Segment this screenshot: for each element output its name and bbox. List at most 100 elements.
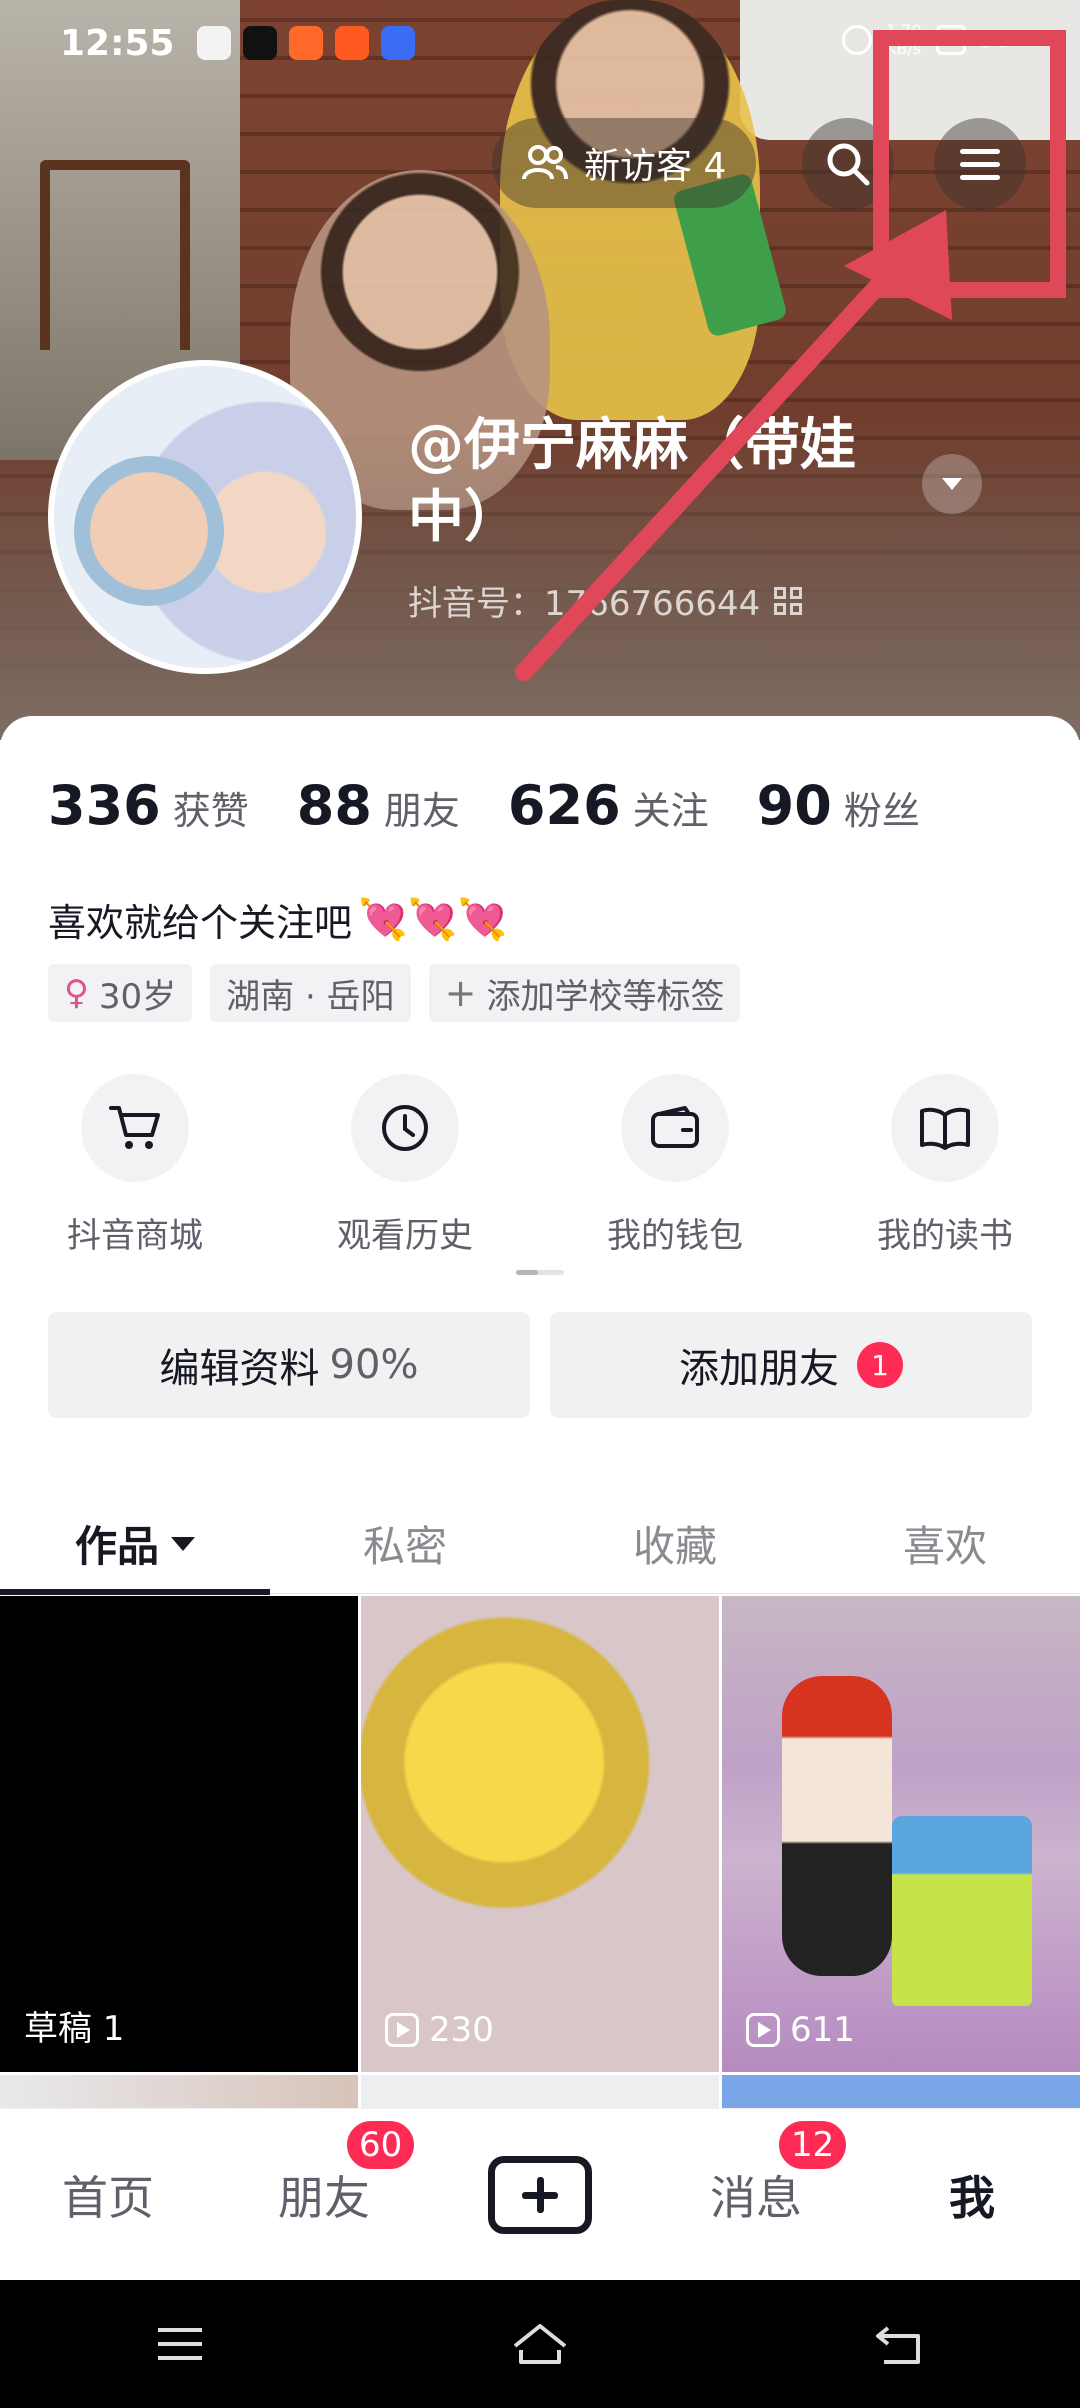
- heart-arrow-emoji: 💘💘💘: [358, 897, 508, 943]
- stat-following-count: 626: [507, 774, 621, 837]
- tag-age-text: 30岁: [98, 976, 177, 1017]
- stat-following-label: 关注: [632, 789, 709, 833]
- add-tag-button[interactable]: + 添加学校等标签: [428, 964, 741, 1022]
- video-play-count: 611: [790, 2010, 855, 2050]
- stat-likes-count: 336: [48, 774, 161, 837]
- bio[interactable]: 喜欢就给个关注吧 💘💘💘: [48, 892, 507, 947]
- tag-age[interactable]: ♀ 30岁: [48, 964, 193, 1022]
- nav-me-label: 我: [949, 2170, 995, 2225]
- tab-favorites[interactable]: 收藏: [540, 1494, 810, 1593]
- shortcut-reading[interactable]: 我的读书: [810, 1074, 1080, 1257]
- shortcut-row: 抖音商城 观看历史 我的钱包 我的读书: [0, 1074, 1080, 1257]
- edit-profile-progress: 90%: [329, 1342, 419, 1388]
- play-icon: [385, 2013, 419, 2047]
- shortcut-mall-circle: [81, 1074, 189, 1182]
- video-label: 草稿 1: [24, 2001, 124, 2050]
- bio-text: 喜欢就给个关注吧: [48, 901, 353, 945]
- create-plus-icon: [488, 2155, 592, 2234]
- nav-friends-badge: 60: [344, 2117, 418, 2172]
- recent-apps-icon: [158, 2328, 202, 2360]
- wallet-icon: [651, 1106, 699, 1148]
- home-button[interactable]: [485, 2304, 595, 2384]
- tag-location[interactable]: 湖南 · 岳阳: [210, 964, 411, 1022]
- shortcut-history-circle: [351, 1074, 459, 1182]
- shortcut-reading-label: 我的读书: [877, 1216, 1013, 1256]
- mute-icon: [842, 25, 873, 55]
- search-icon: [827, 143, 870, 186]
- shortcut-wallet-label: 我的钱包: [607, 1216, 743, 1256]
- stat-likes[interactable]: 336 获赞: [48, 774, 249, 837]
- add-tag-text: 添加学校等标签: [486, 976, 725, 1017]
- shortcut-history[interactable]: 观看历史: [270, 1074, 540, 1257]
- shortcut-history-label: 观看历史: [337, 1216, 473, 1256]
- app-notification-icon: [196, 26, 231, 60]
- baidu-notification-icon: [380, 26, 415, 60]
- tag-location-text: 湖南 · 岳阳: [226, 976, 395, 1017]
- tab-private[interactable]: 私密: [270, 1494, 540, 1593]
- add-friend-label: 添加朋友: [679, 1346, 839, 1392]
- new-visitors-button[interactable]: 新访客 4: [492, 118, 757, 208]
- cover-chair: [40, 160, 190, 350]
- stat-followers[interactable]: 90 粉丝: [757, 774, 920, 837]
- back-button[interactable]: [845, 2304, 955, 2384]
- add-friend-badge: 1: [857, 1342, 903, 1388]
- avatar[interactable]: [48, 360, 362, 674]
- thumbnail-toy: [892, 1816, 1032, 2006]
- edit-profile-button[interactable]: 编辑资料 90%: [48, 1312, 530, 1418]
- caret-down-icon: [171, 1536, 195, 1551]
- play-icon: [746, 2013, 780, 2047]
- tab-favorites-label: 收藏: [632, 1522, 717, 1571]
- video-thumbnail[interactable]: 230: [361, 1596, 719, 2072]
- video-draft[interactable]: 草稿 1: [0, 1596, 358, 2072]
- shortcut-reading-circle: [891, 1074, 999, 1182]
- visitors-label: 新访客 4: [584, 146, 727, 187]
- tab-likes[interactable]: 喜欢: [810, 1494, 1080, 1593]
- system-navigation-bar: [0, 2280, 1080, 2408]
- stat-friends-label: 朋友: [383, 789, 460, 833]
- app-notification-icon: [288, 26, 323, 60]
- shortcut-page-indicator: [516, 1270, 564, 1275]
- status-time: 12:55: [60, 22, 175, 64]
- bottom-nav: 首页 朋友 60 消息 12 我: [0, 2108, 1080, 2280]
- stat-friends-count: 88: [296, 774, 372, 837]
- stat-friends[interactable]: 88 朋友: [297, 774, 460, 837]
- nav-home[interactable]: 首页: [0, 2162, 216, 2228]
- tab-private-label: 私密: [362, 1522, 447, 1571]
- profile-tags: ♀ 30岁 湖南 · 岳阳 + 添加学校等标签: [48, 964, 741, 1022]
- thumbnail-child: [782, 1676, 892, 1976]
- shortcut-mall[interactable]: 抖音商城: [0, 1074, 270, 1257]
- draft-count: 草稿 1: [24, 2009, 125, 2049]
- plus-icon: +: [444, 971, 477, 1015]
- nav-messages[interactable]: 消息 12: [648, 2117, 864, 2228]
- nav-home-label: 首页: [62, 2170, 154, 2225]
- stats-row: 336 获赞 88 朋友 626 关注 90 粉丝: [48, 774, 920, 837]
- stat-likes-label: 获赞: [172, 789, 249, 833]
- tab-works-label: 作品: [74, 1522, 159, 1571]
- visitors-icon: [522, 145, 568, 180]
- nav-messages-label: 消息: [710, 2170, 802, 2225]
- tiktok-notification-icon: [242, 26, 277, 60]
- profile-actions: 编辑资料 90% 添加朋友 1: [48, 1312, 1032, 1418]
- add-friend-button[interactable]: 添加朋友 1: [550, 1312, 1032, 1418]
- nav-me[interactable]: 我: [864, 2162, 1080, 2228]
- nav-messages-badge: 12: [776, 2117, 850, 2172]
- nav-friends[interactable]: 朋友 60: [216, 2117, 432, 2228]
- nav-friends-label: 朋友: [278, 2170, 370, 2225]
- status-app-icons: [196, 26, 415, 60]
- clock-icon: [382, 1105, 428, 1151]
- nav-create[interactable]: [432, 2155, 648, 2234]
- avatar-baby: [74, 456, 224, 606]
- profile-panel: 336 获赞 88 朋友 626 关注 90 粉丝 喜欢就给个关注吧 💘💘💘 ♀…: [0, 716, 1080, 2135]
- cart-icon: [109, 1106, 160, 1149]
- recent-apps-button[interactable]: [125, 2304, 235, 2384]
- tab-likes-label: 喜欢: [902, 1522, 987, 1571]
- stat-followers-count: 90: [756, 774, 832, 837]
- video-thumbnail[interactable]: 611: [722, 1596, 1080, 2072]
- shortcut-wallet-circle: [621, 1074, 729, 1182]
- tab-works[interactable]: 作品: [0, 1494, 270, 1595]
- book-icon: [920, 1107, 970, 1150]
- stat-following[interactable]: 626 关注: [508, 774, 709, 837]
- shortcut-wallet[interactable]: 我的钱包: [540, 1074, 810, 1257]
- annotation-arrow-icon: [515, 210, 952, 681]
- edit-profile-label: 编辑资料: [159, 1346, 320, 1392]
